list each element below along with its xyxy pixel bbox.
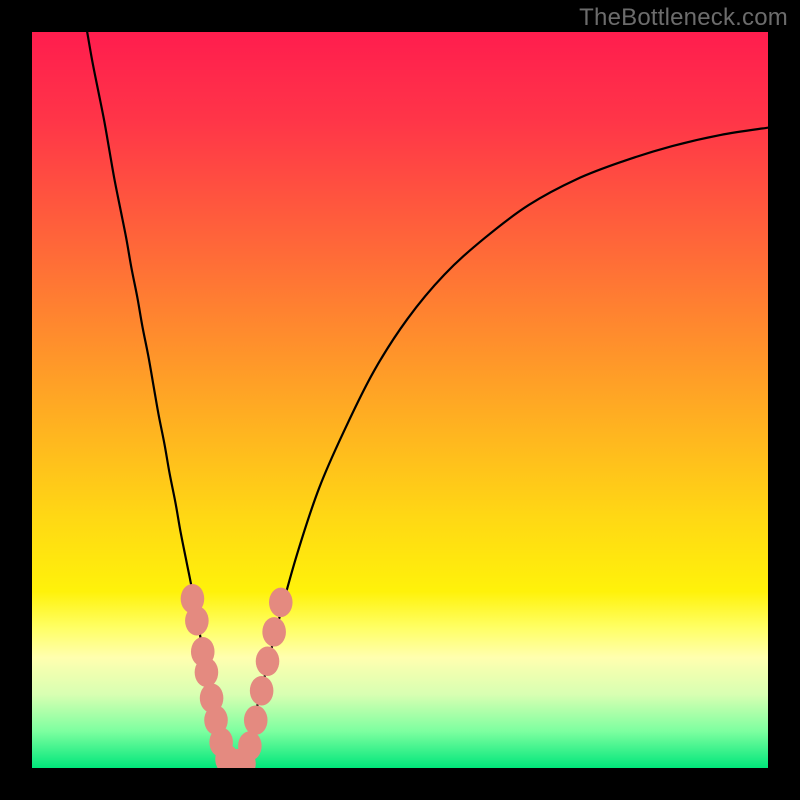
data-marker: [244, 705, 268, 734]
right-branch-curve: [237, 128, 768, 768]
plot-area: [32, 32, 768, 768]
data-marker: [256, 647, 280, 676]
watermark-text: TheBottleneck.com: [579, 4, 788, 32]
data-marker: [250, 676, 274, 705]
data-marker: [238, 731, 262, 760]
data-marker: [269, 588, 293, 617]
data-marker: [195, 658, 219, 687]
data-marker: [262, 617, 286, 646]
chart-frame: TheBottleneck.com: [0, 0, 800, 800]
curves-layer: [32, 32, 768, 768]
left-branch-curve: [87, 32, 236, 768]
data-marker: [185, 606, 209, 635]
marker-group: [181, 584, 293, 768]
